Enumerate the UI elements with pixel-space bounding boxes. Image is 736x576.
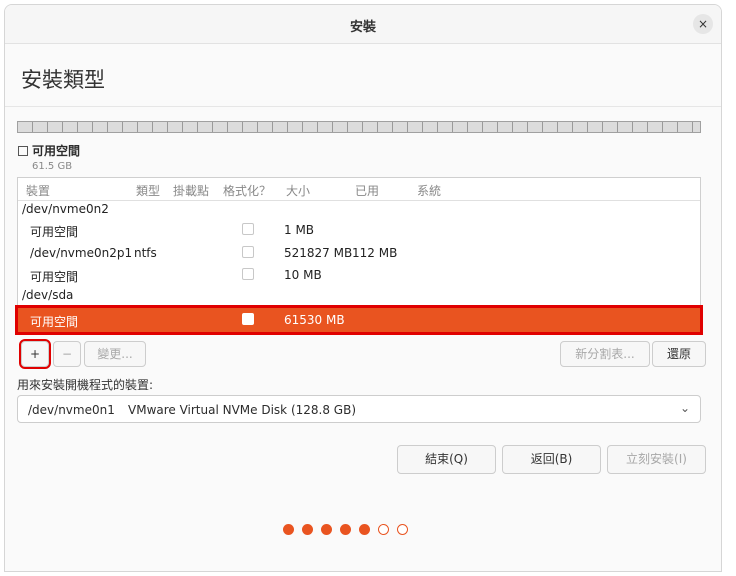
- format-checkbox[interactable]: [242, 313, 254, 325]
- bootloader-device: /dev/nvme0n1: [28, 403, 115, 417]
- partition-bar: [17, 121, 701, 133]
- table-row[interactable]: /dev/sda: [18, 286, 700, 308]
- title-bar: 安裝 ×: [5, 5, 721, 44]
- install-now-button[interactable]: 立刻安裝(I): [607, 445, 706, 474]
- chevron-down-icon: ⌄: [679, 401, 690, 415]
- progress-dot: [302, 524, 313, 535]
- progress-dot: [283, 524, 294, 535]
- progress-dot: [340, 524, 351, 535]
- progress-dot: [321, 524, 332, 535]
- row-device: 可用空間: [30, 225, 79, 239]
- format-checkbox[interactable]: [242, 246, 254, 258]
- bootloader-device-select[interactable]: /dev/nvme0n1 VMware Virtual NVMe Disk (1…: [17, 395, 701, 423]
- legend-size: 61.5 GB: [32, 161, 73, 172]
- row-type: ntfs: [134, 246, 157, 260]
- row-size: 61530 MB: [284, 313, 345, 327]
- bootloader-label: 用來安裝開機程式的裝置:: [17, 378, 154, 392]
- row-device: /dev/nvme0n2: [22, 202, 109, 216]
- format-checkbox[interactable]: [242, 223, 254, 235]
- quit-button[interactable]: 結束(Q): [397, 445, 496, 474]
- row-device: /dev/sda: [22, 288, 74, 302]
- remove-partition-button[interactable]: −: [53, 341, 81, 367]
- format-checkbox[interactable]: [242, 268, 254, 280]
- progress-dot: [397, 524, 408, 535]
- column-mount[interactable]: 掛載點: [173, 182, 209, 199]
- row-used: 112 MB: [352, 246, 398, 260]
- window-title: 安裝: [349, 20, 376, 35]
- column-type[interactable]: 類型: [136, 182, 160, 199]
- page-title: 安裝類型: [21, 68, 105, 92]
- table-row[interactable]: 可用空間 10 MB: [18, 264, 700, 286]
- bootloader-device-description: VMware Virtual NVMe Disk (128.8 GB): [128, 403, 357, 417]
- free-space-swatch: [18, 145, 28, 156]
- table-row-selected[interactable]: 可用空間 61530 MB: [15, 305, 703, 335]
- table-row[interactable]: 可用空間 1 MB: [18, 219, 700, 241]
- partition-table: 裝置 類型 掛載點 格式化？ 大小 已用 系統 /dev/nvme0n2 可用空…: [15, 177, 703, 335]
- legend-label: 可用空間: [32, 144, 81, 158]
- row-device: 可用空間: [30, 315, 79, 329]
- header: 安裝類型: [5, 44, 721, 107]
- progress-dot: [378, 524, 389, 535]
- row-device: /dev/nvme0n2p1: [30, 246, 133, 260]
- back-button[interactable]: 返回(B): [502, 445, 601, 474]
- new-partition-table-button[interactable]: 新分割表...: [560, 341, 650, 367]
- table-header: 裝置 類型 掛載點 格式化？ 大小 已用 系統: [18, 178, 700, 201]
- add-partition-button[interactable]: +: [19, 339, 51, 369]
- progress-dot: [359, 524, 370, 535]
- progress-dots: [283, 524, 416, 538]
- row-device: 可用空間: [30, 270, 79, 284]
- row-size: 521827 MB: [284, 246, 353, 260]
- revert-button[interactable]: 還原: [652, 341, 706, 367]
- change-partition-button[interactable]: 變更...: [84, 341, 146, 367]
- row-size: 10 MB: [284, 268, 322, 282]
- column-used[interactable]: 已用: [355, 182, 379, 199]
- column-device[interactable]: 裝置: [26, 182, 50, 199]
- column-format[interactable]: 格式化？: [223, 182, 271, 199]
- table-row[interactable]: /dev/nvme0n2p1 ntfs 521827 MB 112 MB: [18, 242, 700, 264]
- close-button[interactable]: ×: [693, 14, 713, 34]
- column-system[interactable]: 系統: [417, 182, 441, 199]
- column-size[interactable]: 大小: [286, 182, 310, 199]
- row-size: 1 MB: [284, 223, 315, 237]
- partition-legend: 可用空間 61.5 GB: [18, 142, 80, 172]
